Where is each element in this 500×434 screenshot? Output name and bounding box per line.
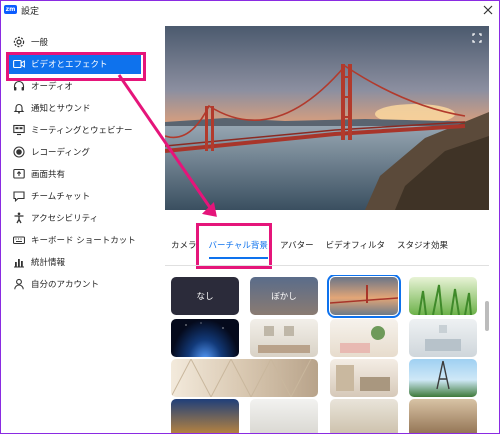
background-golden-gate[interactable]	[327, 275, 401, 318]
sidebar-item-label: チームチャット	[31, 192, 91, 202]
gear-icon	[12, 35, 26, 49]
background-room-6[interactable]	[330, 399, 398, 433]
chat-icon	[12, 189, 26, 203]
user-icon	[12, 277, 26, 291]
sidebar-item-audio[interactable]: オーディオ	[7, 76, 141, 96]
bridge-thumbnail-image	[330, 285, 398, 304]
background-blur[interactable]: ぼかし	[250, 277, 318, 315]
earth-thumbnail-image	[185, 322, 224, 329]
room-2-thumbnail-image	[340, 326, 385, 353]
tab-virtual-background[interactable]: バーチャル背景	[208, 237, 268, 259]
sidebar-item-label: レコーディング	[31, 148, 90, 158]
golden-gate-preview-image	[165, 26, 489, 210]
sidebar-item-meetings[interactable]: ミーティングとウェビナー	[7, 120, 141, 140]
background-bookshelf[interactable]	[409, 399, 477, 433]
keyboard-icon	[12, 233, 26, 247]
video-preview	[165, 26, 489, 210]
background-room-3[interactable]	[409, 319, 477, 357]
background-none-label: なし	[196, 292, 214, 302]
sidebar-item-label: キーボード ショートカット	[31, 236, 136, 246]
background-eiffel-tower[interactable]	[409, 359, 477, 397]
tab-video-filter[interactable]: ビデオフィルタ	[326, 237, 385, 257]
room-3-thumbnail-image	[425, 325, 461, 351]
background-beige-pattern[interactable]	[171, 359, 318, 397]
virtual-background-grid: なし ぼかし	[169, 275, 479, 433]
background-room-2[interactable]	[330, 319, 398, 357]
sidebar-item-statistics[interactable]: 統計情報	[7, 252, 141, 272]
background-none[interactable]: なし	[171, 277, 239, 315]
sidebar-item-accessibility[interactable]: アクセシビリティ	[7, 208, 141, 228]
headphones-icon	[12, 79, 26, 93]
tab-camera[interactable]: カメラ	[171, 237, 197, 257]
sidebar-item-label: ミーティングとウェビナー	[31, 126, 133, 136]
accessibility-icon	[12, 211, 26, 225]
screen-share-icon	[12, 167, 26, 181]
sidebar-item-label: 統計情報	[31, 258, 66, 268]
video-camera-icon	[12, 57, 26, 71]
video-effects-tabs: カメラ バーチャル背景 アバター ビデオフィルタ スタジオ効果	[171, 237, 460, 259]
bell-icon	[12, 101, 26, 115]
expand-icon[interactable]	[471, 32, 483, 44]
sidebar-item-my-account[interactable]: 自分のアカウント	[7, 274, 141, 294]
background-room-4[interactable]	[330, 359, 398, 397]
grid-scrollbar[interactable]	[485, 301, 489, 331]
sidebar-item-video-effects[interactable]: ビデオとエフェクト	[7, 54, 141, 74]
sidebar-item-label: 画面共有	[31, 170, 66, 180]
room-1-thumbnail-image	[258, 326, 310, 353]
background-room-5[interactable]	[250, 399, 318, 433]
tab-avatar[interactable]: アバター	[280, 237, 314, 257]
title-bar: zm 設定	[1, 1, 499, 19]
sidebar-item-general[interactable]: 一般	[7, 32, 141, 52]
sidebar-item-label: 一般	[31, 38, 49, 48]
sidebar-item-label: 通知とサウンド	[31, 104, 91, 114]
eiffel-tower-thumbnail-image	[436, 360, 450, 390]
tab-studio-effects[interactable]: スタジオ効果	[397, 237, 448, 257]
background-city-night[interactable]	[171, 399, 239, 433]
close-button[interactable]	[483, 2, 493, 18]
background-blur-label: ぼかし	[271, 292, 297, 302]
statistics-icon	[12, 255, 26, 269]
background-grass[interactable]	[409, 277, 477, 315]
room-4-thumbnail-image	[336, 365, 390, 391]
sidebar-item-keyboard-shortcuts[interactable]: キーボード ショートカット	[7, 230, 141, 250]
pattern-thumbnail-image	[171, 359, 312, 397]
meeting-icon	[12, 123, 26, 137]
sidebar-item-team-chat[interactable]: チームチャット	[7, 186, 141, 206]
background-room-1[interactable]	[250, 319, 318, 357]
sidebar-item-label: アクセシビリティ	[31, 214, 99, 224]
background-earth-space[interactable]	[171, 319, 239, 357]
grass-thumbnail-image	[418, 284, 472, 315]
sidebar-item-recording[interactable]: レコーディング	[7, 142, 141, 162]
settings-window: zm 設定 一般 ビデオとエフェクト オーディオ 通知とサウンド ミーティングと…	[0, 0, 500, 434]
sidebar-item-label: オーディオ	[31, 82, 73, 92]
sidebar-item-notifications[interactable]: 通知とサウンド	[7, 98, 141, 118]
close-icon	[483, 5, 493, 15]
sidebar-item-label: ビデオとエフェクト	[31, 60, 108, 70]
zoom-app-icon: zm	[4, 5, 17, 14]
record-icon	[12, 145, 26, 159]
window-title: 設定	[21, 7, 40, 17]
sidebar-item-screen-share[interactable]: 画面共有	[7, 164, 141, 184]
sidebar-item-label: 自分のアカウント	[31, 280, 100, 290]
divider	[165, 265, 489, 266]
settings-sidebar: 一般 ビデオとエフェクト オーディオ 通知とサウンド ミーティングとウェビナー	[1, 29, 151, 329]
